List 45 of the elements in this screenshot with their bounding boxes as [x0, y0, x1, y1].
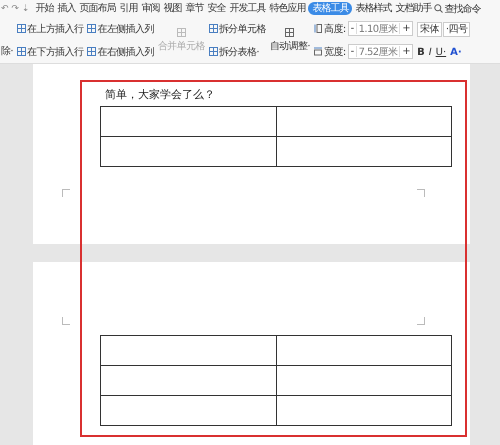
table-icon: [87, 24, 96, 33]
format-button[interactable]: A·: [450, 47, 462, 58]
menu-tab[interactable]: 引用: [118, 2, 138, 15]
paragraph: 简单，大家学会了么？: [105, 87, 216, 103]
table-icon: [16, 47, 26, 56]
insert-column-button[interactable]: 在右侧插入列: [97, 44, 154, 58]
size-label: 高度:: [324, 22, 346, 36]
table-icon: [208, 24, 218, 33]
table-icon: [16, 24, 26, 33]
menu-tab[interactable]: 章节: [184, 2, 204, 15]
table-icon: [87, 47, 96, 56]
size-label: 宽度:: [324, 46, 346, 58]
column-width-icon: [314, 47, 322, 56]
font-size-field[interactable]: ·四号: [442, 22, 470, 37]
insert-row-button[interactable]: 在上方插入行: [26, 22, 84, 36]
menu-tab[interactable]: 开始: [34, 2, 54, 15]
font-field[interactable]: 宋体: [417, 22, 442, 37]
menu-tab[interactable]: 插入: [56, 2, 76, 15]
table-icon: [285, 28, 294, 36]
format-button[interactable]: U·: [436, 47, 446, 58]
format-button[interactable]: I: [428, 47, 432, 58]
insert-row-button[interactable]: 在下方插入行: [26, 44, 84, 58]
crop-mark: [62, 317, 70, 325]
menu-tab[interactable]: 视图: [162, 2, 182, 15]
menu-tab[interactable]: 安全: [206, 2, 226, 15]
menu-tab[interactable]: 表格样式: [354, 2, 392, 15]
split-button[interactable]: 拆分表格·: [218, 44, 259, 58]
crop-mark: [417, 189, 425, 197]
menu-tab[interactable]: 特色应用: [268, 2, 306, 15]
search-command-field[interactable]: 查找命令: [444, 2, 480, 16]
split-button[interactable]: 拆分单元格: [218, 22, 266, 36]
menu-tab[interactable]: 审阅: [140, 2, 160, 15]
crop-mark: [417, 317, 425, 325]
menu-tab[interactable]: 文档助手: [394, 2, 432, 15]
insert-column-button[interactable]: 在左侧插入列: [97, 22, 154, 36]
autofit-button[interactable]: 自动调整·: [270, 38, 310, 52]
search-icon: [434, 4, 444, 13]
delete-menu[interactable]: 除·: [1, 44, 13, 58]
table-icon: [208, 47, 218, 56]
merge-cells-icon: [176, 28, 186, 36]
menu-tab[interactable]: 页面布局: [78, 2, 116, 15]
crop-mark: [62, 189, 70, 197]
format-button[interactable]: B: [417, 47, 425, 58]
menu-tab[interactable]: 开发工具: [228, 2, 266, 15]
row-height-icon: [314, 24, 322, 33]
